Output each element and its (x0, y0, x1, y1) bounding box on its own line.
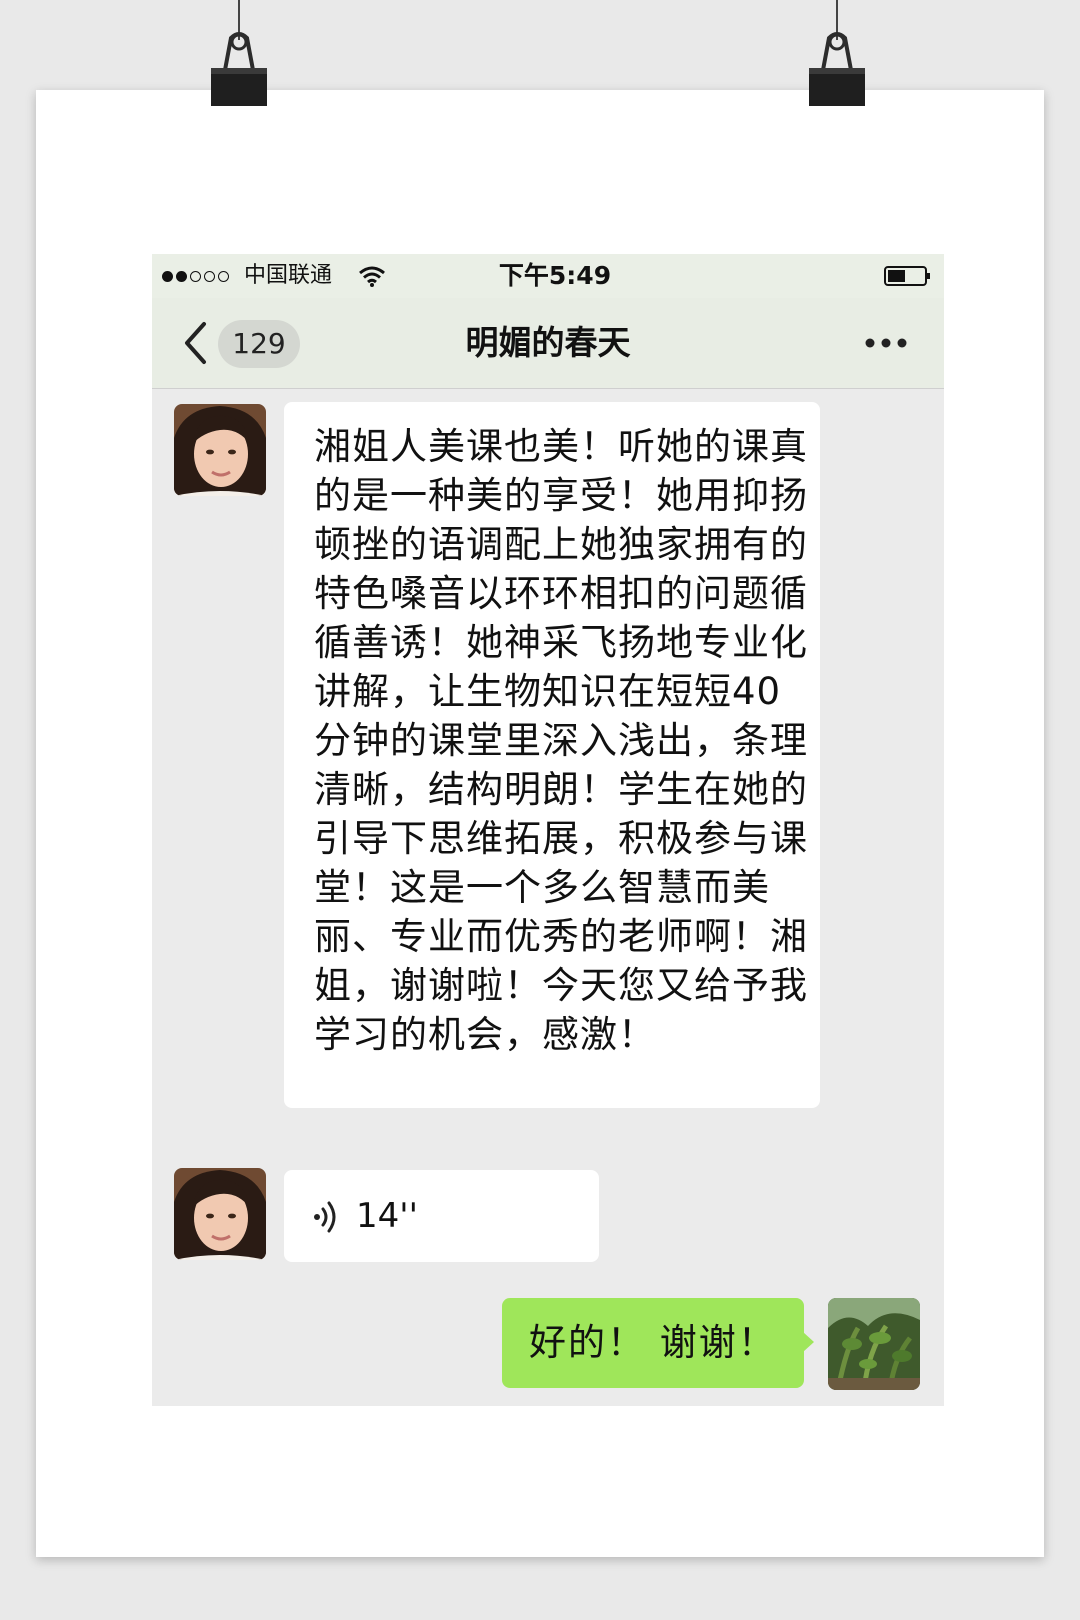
message-bubble-text[interactable]: 湘姐人美课也美！听她的课真的是一种美的享受！她用抑扬顿挫的语调配上她独家拥有的特… (284, 402, 820, 1108)
status-bar: 中国联通 下午5:49 (152, 254, 944, 298)
binder-clip-right (809, 0, 865, 106)
battery-icon (884, 266, 930, 286)
chat-title: 明媚的春天 (465, 323, 631, 362)
message-text: 好的！ 谢谢！ (529, 1321, 777, 1364)
contact-avatar[interactable] (174, 1168, 266, 1260)
binder-clip-left (211, 0, 267, 106)
contact-avatar-image (174, 1168, 266, 1260)
contact-avatar-image (174, 404, 266, 496)
voice-message-bubble[interactable]: 14'' (284, 1170, 599, 1262)
more-dots-icon[interactable] (864, 336, 908, 350)
sent-message-bubble[interactable]: 好的！ 谢谢！ (502, 1298, 814, 1388)
message-text: 湘姐人美课也美！听她的课真的是一种美的享受！她用抑扬顿挫的语调配上她独家拥有的特… (314, 425, 808, 1056)
voice-duration: 14'' (356, 1196, 418, 1236)
my-avatar[interactable] (828, 1298, 920, 1390)
voice-wave-icon (314, 1201, 336, 1233)
chat-header: 129 明媚的春天 (152, 298, 944, 389)
status-time: 下午5:49 (498, 261, 612, 290)
my-avatar-image (828, 1298, 920, 1390)
chat-screen: 中国联通 下午5:49 129 明媚的春天 湘姐人美课也美！听她的课真的是一种美… (152, 254, 944, 1406)
contact-avatar[interactable] (174, 404, 266, 496)
